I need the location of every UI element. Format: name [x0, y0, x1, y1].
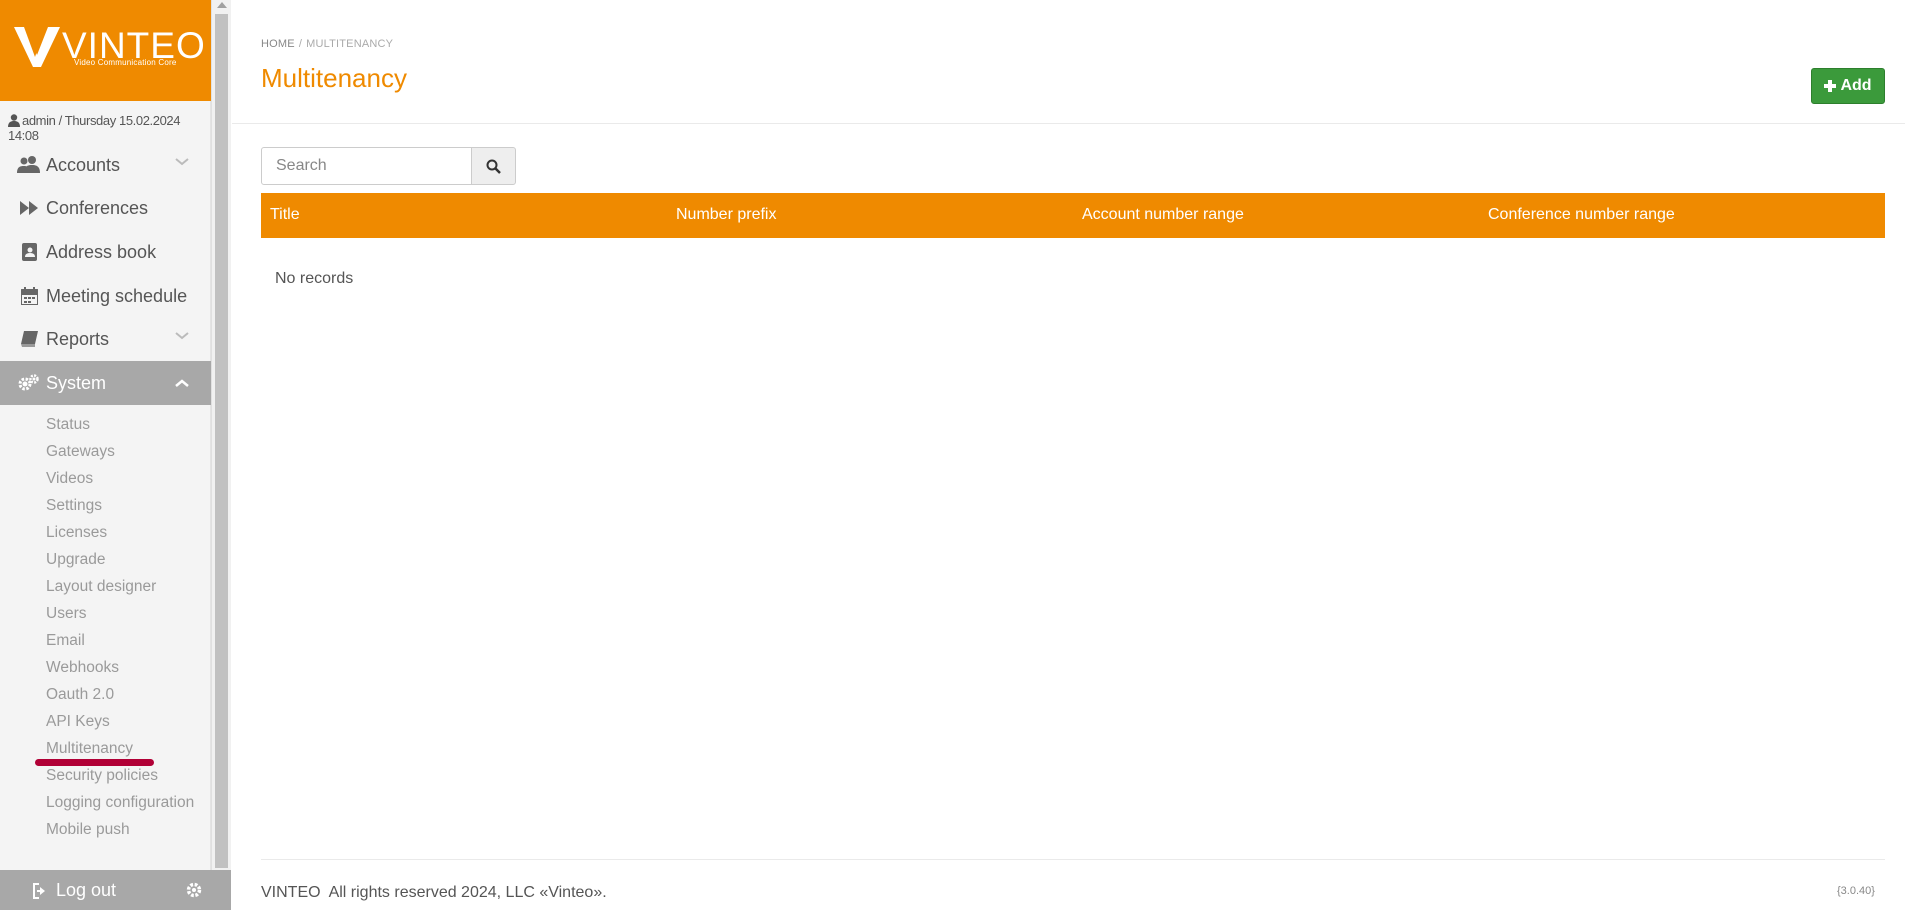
breadcrumb-current: MULTITENANCY	[306, 38, 394, 50]
submenu-settings[interactable]: Settings	[46, 497, 102, 515]
column-title[interactable]: Title	[270, 206, 300, 224]
submenu-security-policies[interactable]: Security policies	[46, 767, 158, 785]
sidebar-footer: Log out	[0, 870, 231, 910]
submenu-oauth[interactable]: Oauth 2.0	[46, 686, 114, 704]
footer: VINTEO All rights reserved 2024, LLC «Vin…	[261, 884, 607, 902]
nav-address-book[interactable]: Address book	[0, 230, 211, 274]
user-info-text: admin / Thursday 15.02.2024 14:08	[8, 113, 181, 143]
search-input[interactable]	[261, 147, 472, 185]
cogs-icon	[0, 374, 46, 392]
chevron-down-icon[interactable]	[175, 157, 189, 167]
user-icon	[8, 114, 20, 127]
table-header: Title Number prefix Account number range…	[261, 193, 1885, 238]
fast-forward-icon	[0, 201, 46, 215]
version-label: {3.0.40}	[1837, 885, 1875, 897]
nav-reports-label: Reports	[46, 328, 110, 349]
nav-meeting-schedule[interactable]: Meeting schedule	[0, 274, 211, 318]
multitenancy-underline-annotation	[35, 759, 154, 766]
footer-brand: VINTEO	[261, 884, 321, 901]
submenu-email[interactable]: Email	[46, 632, 85, 650]
gear-icon[interactable]	[186, 882, 202, 898]
nav-address-book-label: Address book	[46, 241, 157, 262]
breadcrumb-separator: /	[298, 38, 303, 50]
nav-system-label: System	[46, 372, 107, 393]
logout-button[interactable]: Log out	[32, 880, 116, 901]
chevron-down-icon[interactable]	[175, 331, 189, 341]
breadcrumb: HOME / MULTITENANCY	[261, 38, 393, 50]
submenu-users[interactable]: Users	[46, 605, 86, 623]
add-button-label: Add	[1840, 77, 1872, 94]
empty-table-message: No records	[275, 270, 354, 287]
footer-copyright: All rights reserved 2024, LLC «Vinteo».	[328, 884, 607, 901]
nav-conferences-label: Conferences	[46, 197, 149, 218]
nav-system[interactable]: System	[0, 361, 211, 405]
vinteo-logo[interactable]: VINTEO Video Communication Core	[0, 0, 211, 101]
search-icon	[486, 159, 501, 174]
submenu-licenses[interactable]: Licenses	[46, 524, 107, 542]
user-info: admin / Thursday 15.02.2024 14:08	[8, 113, 210, 143]
logout-label: Log out	[56, 880, 117, 900]
submenu-upgrade[interactable]: Upgrade	[46, 551, 105, 569]
header-divider	[232, 123, 1905, 124]
submenu-status[interactable]: Status	[46, 416, 90, 434]
vinteo-v-icon	[14, 27, 60, 67]
sidebar-scrollbar[interactable]	[211, 0, 231, 870]
breadcrumb-home[interactable]: HOME	[261, 38, 295, 50]
submenu-gateways[interactable]: Gateways	[46, 443, 115, 461]
nav-reports[interactable]: Reports	[0, 317, 211, 361]
scroll-up-arrow-icon[interactable]	[217, 2, 227, 8]
sidebar: VINTEO Video Communication Core admin / …	[0, 0, 211, 910]
footer-divider	[261, 859, 1885, 860]
search-button[interactable]	[471, 147, 516, 185]
nav-conferences[interactable]: Conferences	[0, 186, 211, 230]
nav-accounts-label: Accounts	[46, 154, 121, 175]
users-icon	[0, 156, 46, 174]
submenu-videos[interactable]: Videos	[46, 470, 93, 488]
submenu-logging-configuration[interactable]: Logging configuration	[46, 794, 194, 812]
submenu-api-keys[interactable]: API Keys	[46, 713, 110, 731]
sign-out-icon	[33, 882, 45, 899]
nav-meeting-schedule-label: Meeting schedule	[46, 285, 188, 306]
submenu-mobile-push[interactable]: Mobile push	[46, 821, 130, 839]
submenu-webhooks[interactable]: Webhooks	[46, 659, 119, 677]
nav-accounts[interactable]: Accounts	[0, 143, 211, 187]
brand-tagline: Video Communication Core	[74, 58, 177, 67]
column-number-prefix[interactable]: Number prefix	[676, 206, 776, 224]
page-title: Multitenancy	[261, 63, 407, 93]
book-icon	[0, 331, 46, 347]
column-account-number-range[interactable]: Account number range	[1082, 206, 1244, 224]
submenu-layout-designer[interactable]: Layout designer	[46, 578, 156, 596]
add-button[interactable]: Add	[1811, 68, 1885, 104]
calendar-icon	[0, 287, 46, 305]
column-conference-number-range[interactable]: Conference number range	[1488, 206, 1675, 224]
chevron-up-icon[interactable]	[175, 378, 189, 388]
main-content: HOME/MULTITENANCY Multitenancy Add Title…	[232, 0, 1905, 910]
contact-book-icon	[0, 243, 46, 261]
scrollbar-thumb[interactable]	[215, 14, 228, 868]
submenu-multitenancy[interactable]: Multitenancy	[46, 740, 133, 758]
plus-icon	[1824, 80, 1837, 92]
